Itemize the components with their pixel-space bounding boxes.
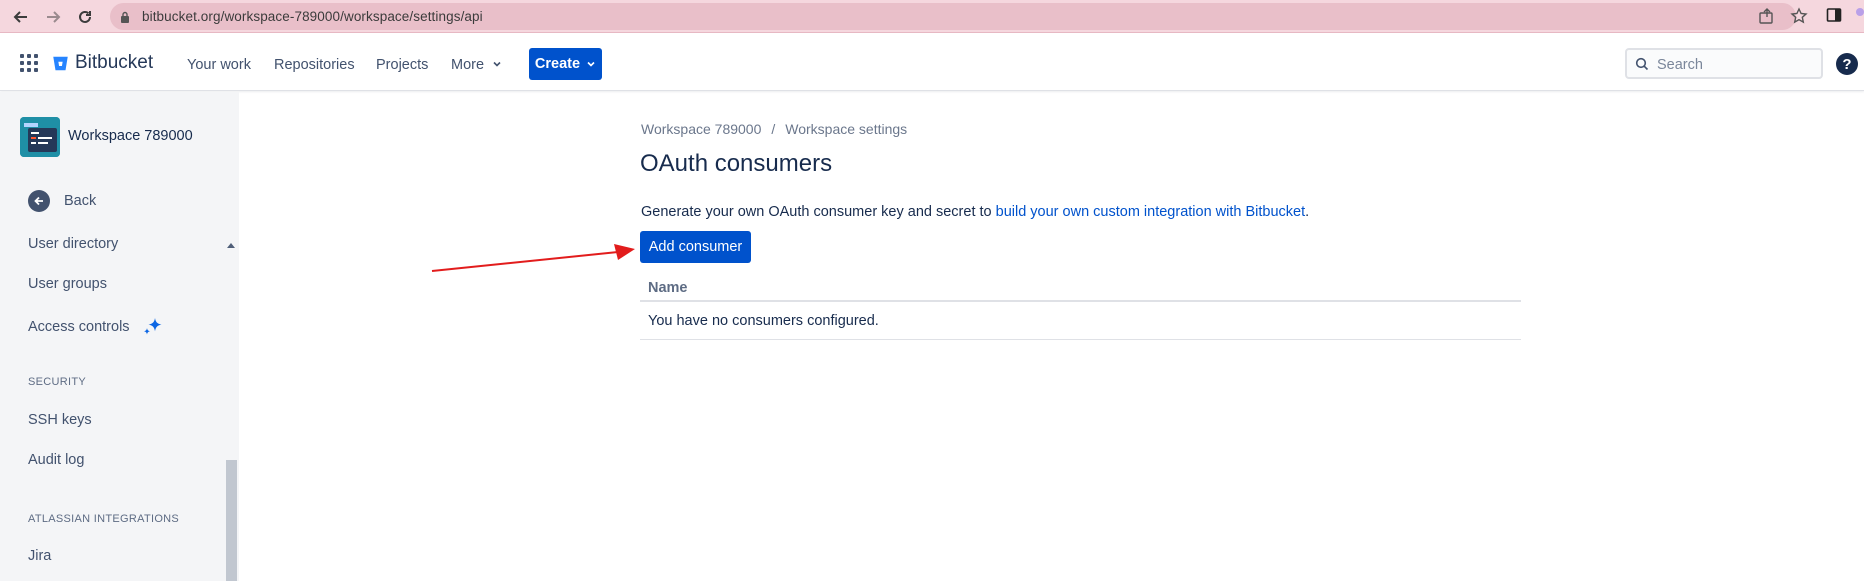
description-text: Generate your own OAuth consumer key and… bbox=[641, 204, 996, 220]
reload-icon[interactable] bbox=[72, 4, 98, 30]
sidebar-item-access-controls[interactable]: Access controls bbox=[28, 316, 164, 338]
scroll-up-arrow-icon[interactable] bbox=[227, 243, 235, 248]
chevron-down-icon bbox=[587, 61, 595, 67]
consumers-table: Name You have no consumers configured. bbox=[640, 273, 1521, 340]
nav-more-label: More bbox=[451, 57, 485, 73]
annotation-arrow bbox=[431, 244, 635, 272]
url-text[interactable]: bitbucket.org/workspace-789000/workspace… bbox=[142, 9, 483, 24]
sidebar: Workspace 789000 Back User directory Use… bbox=[0, 92, 239, 581]
sidebar-item-user-groups[interactable]: User groups bbox=[28, 276, 107, 292]
nav-more[interactable]: More bbox=[451, 57, 502, 73]
section-heading-atlassian-integrations: ATLASSIAN INTEGRATIONS bbox=[28, 513, 180, 525]
bitbucket-logo-icon bbox=[53, 56, 68, 70]
workspace-avatar[interactable] bbox=[20, 117, 60, 157]
sidebar-item-audit-log[interactable]: Audit log bbox=[28, 452, 84, 468]
add-consumer-button[interactable]: Add consumer bbox=[640, 231, 751, 263]
sidebar-item-jira[interactable]: Jira bbox=[28, 548, 51, 564]
create-label: Create bbox=[534, 56, 581, 72]
sidebar-scroll-thumb[interactable] bbox=[226, 460, 237, 581]
brand-name: Bitbucket bbox=[75, 52, 154, 73]
page-title: OAuth consumers bbox=[640, 150, 833, 177]
search-placeholder: Search bbox=[1657, 57, 1703, 73]
sidebar-item-ssh-keys[interactable]: SSH keys bbox=[28, 412, 92, 428]
back-label: Back bbox=[64, 193, 97, 209]
side-panel-icon[interactable] bbox=[1826, 7, 1842, 28]
help-icon[interactable]: ? bbox=[1836, 53, 1858, 75]
search-icon bbox=[1635, 57, 1649, 71]
search-input[interactable]: Search bbox=[1625, 48, 1823, 79]
browser-toolbar: bitbucket.org/workspace-789000/workspace… bbox=[0, 0, 1864, 33]
sidebar-item-user-directory[interactable]: User directory bbox=[28, 236, 118, 252]
app-header: Bitbucket Your work Repositories Project… bbox=[0, 33, 1864, 91]
page-description: Generate your own OAuth consumer key and… bbox=[641, 204, 1309, 220]
section-heading-security: SECURITY bbox=[28, 376, 87, 388]
share-icon[interactable] bbox=[1758, 7, 1776, 30]
table-header-name: Name bbox=[640, 273, 1521, 302]
back-arrow-icon bbox=[28, 190, 50, 212]
create-button[interactable]: Create bbox=[529, 48, 602, 80]
nav-your-work[interactable]: Your work bbox=[187, 57, 251, 73]
breadcrumb: Workspace 789000 / Workspace settings bbox=[641, 121, 907, 137]
custom-integration-link[interactable]: build your own custom integration with B… bbox=[996, 204, 1306, 220]
chevron-down-icon bbox=[493, 61, 501, 67]
back-arrow-icon[interactable] bbox=[8, 4, 34, 30]
profile-avatar[interactable] bbox=[1856, 8, 1864, 16]
sparkle-icon bbox=[143, 318, 162, 335]
sidebar-item-label: Access controls bbox=[28, 319, 130, 335]
lock-icon bbox=[120, 10, 130, 28]
star-icon[interactable] bbox=[1790, 7, 1808, 30]
app-switcher-icon[interactable] bbox=[20, 54, 38, 72]
breadcrumb-workspace[interactable]: Workspace 789000 bbox=[641, 121, 761, 137]
forward-arrow-icon[interactable] bbox=[40, 4, 66, 30]
bitbucket-logo[interactable]: Bitbucket bbox=[52, 52, 153, 74]
empty-state-message: You have no consumers configured. bbox=[640, 302, 1521, 340]
nav-projects[interactable]: Projects bbox=[376, 57, 428, 73]
workspace-name: Workspace 789000 bbox=[68, 128, 193, 144]
breadcrumb-separator: / bbox=[771, 121, 776, 137]
breadcrumb-workspace-settings[interactable]: Workspace settings bbox=[785, 121, 907, 137]
back-link[interactable]: Back bbox=[28, 190, 96, 212]
description-period: . bbox=[1305, 204, 1310, 220]
nav-repositories[interactable]: Repositories bbox=[274, 57, 355, 73]
